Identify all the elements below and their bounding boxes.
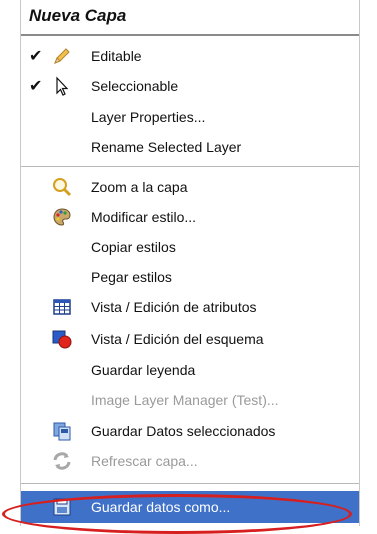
menu-item-zoom-a-la-capa[interactable]: Zoom a la capa	[21, 173, 359, 201]
refresh-icon	[53, 452, 71, 470]
menu-item-label: Copiar estilos	[91, 239, 176, 255]
menu-item-editable[interactable]: ✔ Editable	[21, 42, 359, 70]
menu-item-label: Vista / Edición de atributos	[91, 299, 257, 315]
menu-item-refrescar-capa: Refrescar capa...	[21, 447, 359, 475]
menu-separator	[21, 483, 359, 484]
menu-item-guardar-datos-como[interactable]: Guardar datos como...	[21, 491, 359, 523]
menu-item-label: Modificar estilo...	[91, 209, 197, 225]
menu-item-label: Layer Properties...	[91, 109, 206, 125]
menu-item-vista-edicion-esquema[interactable]: Vista / Edición del esquema	[21, 325, 359, 353]
schema-icon	[52, 330, 72, 349]
menu-item-label: Guardar datos como...	[91, 499, 231, 515]
menu-item-layer-properties[interactable]: Layer Properties...	[21, 103, 359, 131]
menu-item-label: Image Layer Manager (Test)...	[91, 392, 279, 408]
cursor-icon	[56, 76, 69, 96]
menu-item-guardar-datos-seleccionados[interactable]: Guardar Datos seleccionados	[21, 417, 359, 445]
check-icon: ✔	[29, 78, 43, 95]
menu-item-vista-edicion-atributos[interactable]: Vista / Edición de atributos	[21, 293, 359, 321]
menu-item-guardar-leyenda[interactable]: Guardar leyenda	[21, 356, 359, 384]
palette-icon	[53, 208, 71, 226]
menu-item-rename-selected-layer[interactable]: Rename Selected Layer	[21, 133, 359, 161]
check-icon: ✔	[29, 48, 43, 65]
context-menu: Nueva Capa ✔ Editable ✔ Seleccionable La…	[20, 0, 360, 526]
menu-item-label: Zoom a la capa	[91, 179, 188, 195]
menu-title: Nueva Capa	[29, 6, 127, 25]
menu-item-label: Pegar estilos	[91, 269, 172, 285]
menu-item-copiar-estilos[interactable]: Copiar estilos	[21, 233, 359, 261]
pencil-icon	[54, 48, 70, 64]
menu-item-seleccionable[interactable]: ✔ Seleccionable	[21, 72, 359, 100]
menu-title-bar: Nueva Capa	[21, 0, 359, 36]
menu-separator	[21, 166, 359, 167]
menu-item-label: Guardar Datos seleccionados	[91, 423, 276, 439]
menu-item-modificar-estilo[interactable]: Modificar estilo...	[21, 203, 359, 231]
menu-item-label: Guardar leyenda	[91, 362, 196, 378]
menu-item-label: Vista / Edición del esquema	[91, 331, 264, 347]
table-icon	[53, 299, 71, 315]
magnifier-icon	[53, 178, 72, 197]
menu-item-label: Refrescar capa...	[91, 453, 198, 469]
floppy-disk-icon	[53, 498, 71, 516]
menu-item-label: Rename Selected Layer	[91, 139, 242, 155]
menu-item-pegar-estilos[interactable]: Pegar estilos	[21, 263, 359, 291]
save-selection-icon	[53, 422, 71, 441]
menu-item-label: Seleccionable	[91, 78, 179, 94]
menu-item-label: Editable	[91, 48, 142, 64]
menu-item-image-layer-manager: Image Layer Manager (Test)...	[21, 386, 359, 414]
